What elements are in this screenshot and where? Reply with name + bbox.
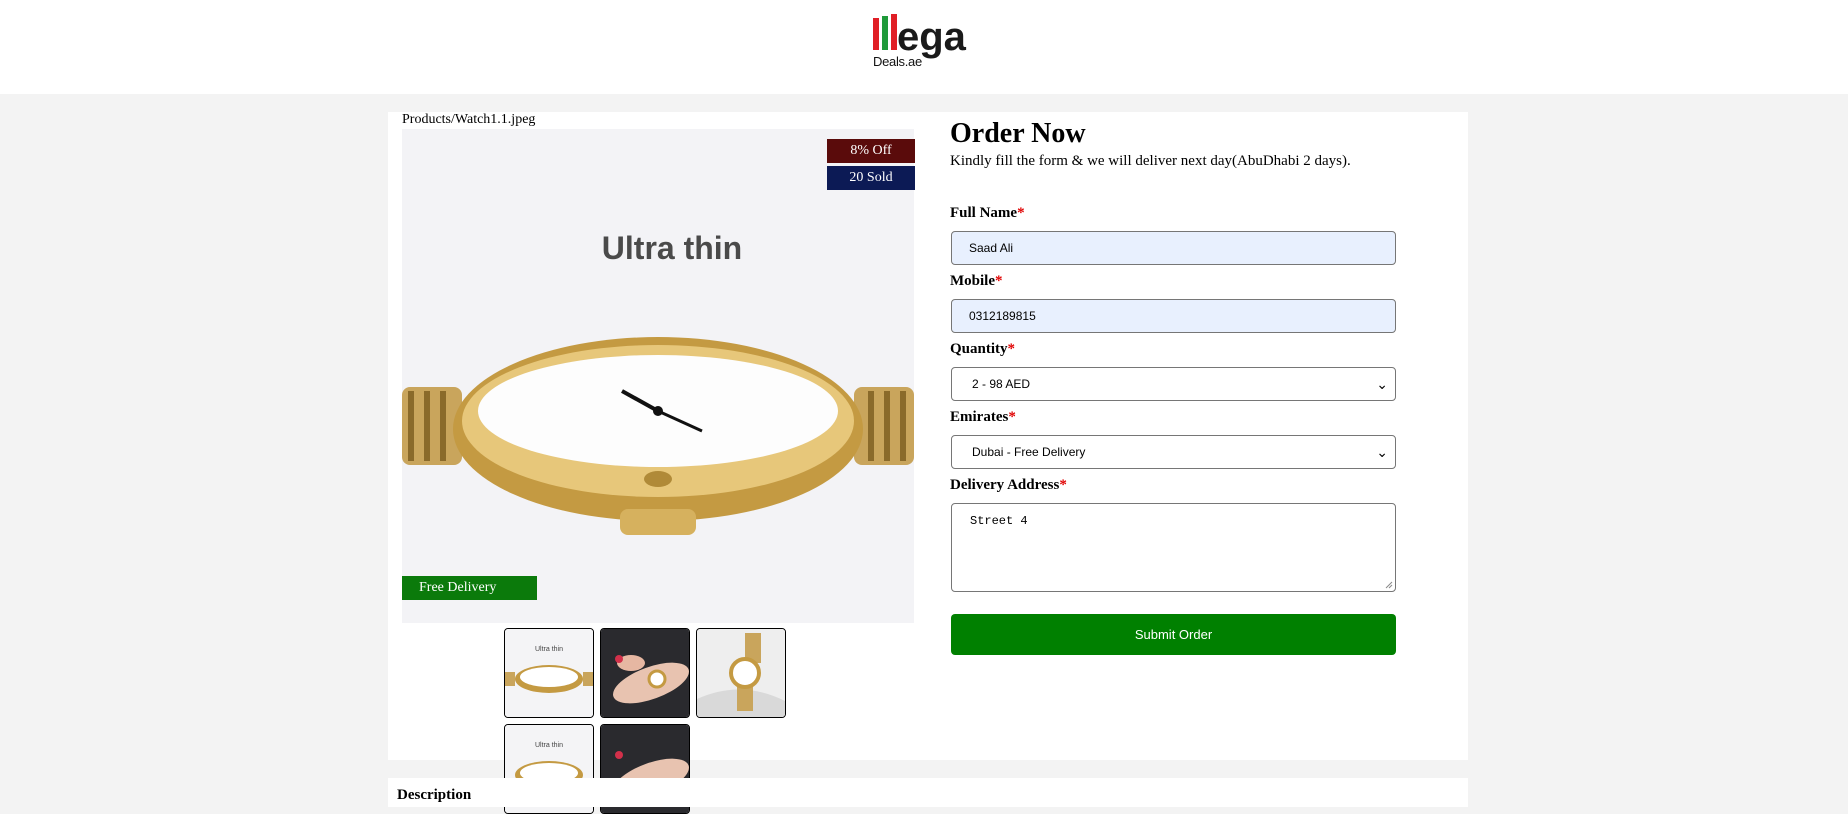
chevron-down-icon: ⌄: [1376, 376, 1388, 392]
description-section: [388, 778, 1468, 807]
sold-count-badge: 20 Sold: [827, 166, 915, 190]
header-bar: ega Deals.ae: [0, 0, 1848, 94]
free-delivery-badge: Free Delivery: [402, 576, 537, 600]
emirates-select-value: Dubai - Free Delivery: [972, 445, 1086, 459]
product-main-image[interactable]: Ultra thin: [402, 129, 914, 623]
full-name-label: Full Name*: [950, 205, 1025, 221]
quantity-select-value: 2 - 98 AED: [972, 377, 1031, 391]
svg-text:Ultra thin: Ultra thin: [535, 742, 563, 749]
discount-badge: 8% Off: [827, 139, 915, 163]
svg-text:Ultra thin: Ultra thin: [535, 646, 563, 653]
image-caption: Ultra thin: [602, 230, 742, 266]
delivery-address-textarea[interactable]: Street 4: [951, 503, 1396, 592]
description-title: Description: [397, 787, 472, 803]
thumbnail-3[interactable]: [696, 628, 786, 718]
emirates-label: Emirates*: [950, 409, 1016, 425]
emirates-select[interactable]: Dubai - Free Delivery ⌄: [951, 435, 1396, 469]
resize-handle-icon[interactable]: [1385, 581, 1393, 589]
full-name-input[interactable]: Saad Ali: [951, 231, 1396, 265]
svg-text:ega: ega: [897, 15, 967, 59]
quantity-label: Quantity*: [950, 341, 1016, 357]
submit-order-button[interactable]: Submit Order: [951, 614, 1396, 655]
delivery-address-label: Delivery Address*: [950, 477, 1067, 493]
mobile-input[interactable]: 0312189815: [951, 299, 1396, 333]
delivery-address-value: Street 4: [970, 514, 1028, 528]
chevron-down-icon: ⌄: [1376, 444, 1388, 460]
order-subtitle: Kindly fill the form & we will deliver n…: [950, 153, 1351, 169]
thumbnail-2[interactable]: [600, 628, 690, 718]
quantity-select[interactable]: 2 - 98 AED ⌄: [951, 367, 1396, 401]
mobile-label: Mobile*: [950, 273, 1003, 289]
thumbnail-1[interactable]: Ultra thin: [504, 628, 594, 718]
image-path-label: Products/Watch1.1.jpeg: [402, 112, 536, 127]
brand-subtitle: Deals.ae: [873, 54, 922, 69]
order-title: Order Now: [950, 118, 1086, 149]
